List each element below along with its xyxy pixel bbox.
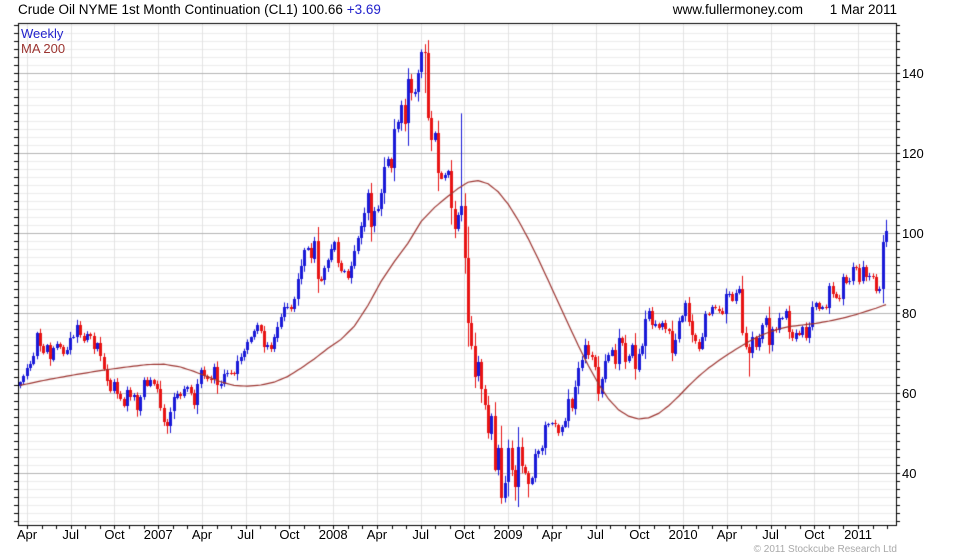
x-axis-label: Jul (762, 527, 779, 542)
x-axis-label: Oct (804, 527, 825, 542)
x-axis-label: 2009 (493, 527, 523, 542)
website-link[interactable]: www.fullermoney.com (673, 2, 803, 17)
copyright-notice: © 2011 Stockcube Research Ltd (753, 544, 897, 555)
x-axis-label: 2010 (668, 527, 698, 542)
x-axis-label: Apr (16, 527, 38, 542)
x-axis-label: Oct (279, 527, 300, 542)
x-axis-label: Apr (541, 527, 562, 542)
chart-date: 1 Mar 2011 (829, 2, 897, 17)
page-title: Crude Oil NYME 1st Month Continuation (C… (18, 2, 298, 17)
y-axis-label: 120 (902, 146, 924, 162)
x-axis-label: Apr (366, 527, 388, 542)
x-axis-label: 2007 (143, 527, 173, 542)
price-chart-canvas (0, 0, 980, 560)
legend-ma200-label: MA 200 (21, 41, 66, 56)
x-axis-label: Jul (62, 527, 80, 542)
x-axis-label: Oct (454, 527, 475, 542)
legend-weekly-label: Weekly (21, 26, 64, 41)
y-axis-label: 100 (902, 226, 924, 242)
x-axis-label: 2008 (318, 527, 348, 542)
y-axis-label: 40 (902, 466, 917, 482)
x-axis-label: Jul (412, 527, 429, 542)
x-axis-label: Jul (237, 527, 254, 542)
x-axis-label: Apr (716, 527, 737, 542)
x-axis-label: 2011 (844, 527, 873, 542)
y-axis-label: 60 (902, 386, 917, 402)
last-price: 100.66 (301, 2, 343, 17)
x-axis-label: Oct (629, 527, 650, 542)
y-axis-label: 140 (902, 66, 924, 82)
chart-page: Crude Oil NYME 1st Month Continuation (C… (0, 0, 980, 560)
x-axis-label: Apr (191, 527, 213, 542)
x-axis-label: Jul (587, 527, 604, 542)
x-axis-label: Oct (104, 527, 125, 542)
y-axis-label: 80 (902, 306, 917, 322)
chart-title-block: Crude Oil NYME 1st Month Continuation (C… (18, 2, 381, 17)
price-change: +3.69 (346, 2, 381, 17)
